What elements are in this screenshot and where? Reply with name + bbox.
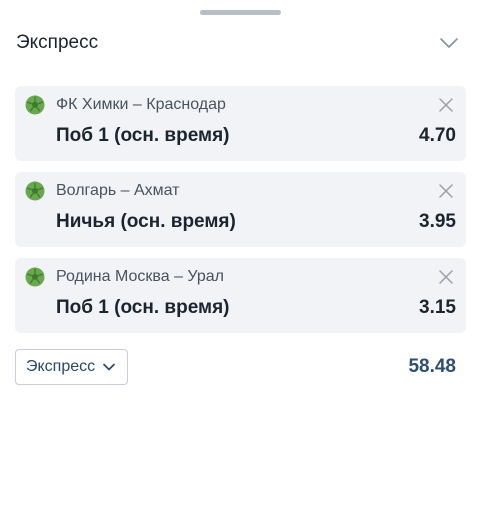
chevron-down-icon [103,363,115,371]
total-odds: 58.48 [408,356,456,377]
bet-list: ФК Химки – Краснодар Поб 1 (осн. время) … [15,86,466,344]
close-icon[interactable] [436,267,456,287]
match-name: ФК Химки – Краснодар [56,96,226,113]
bet-item: Волгарь – Ахмат Ничья (осн. время) 3.95 [15,172,466,247]
drag-handle[interactable] [200,10,281,15]
match-name: Родина Москва – Урал [56,268,224,285]
coupon-footer: Экспресс 58.48 [15,348,456,386]
football-icon [25,95,45,115]
football-icon [25,181,45,201]
football-icon [25,267,45,287]
match-name: Волгарь – Ахмат [56,182,180,199]
bet-item: Родина Москва – Урал Поб 1 (осн. время) … [15,258,466,333]
coupon-header: Экспресс [16,28,464,58]
bet-type-select[interactable]: Экспресс [15,349,129,385]
close-icon[interactable] [436,181,456,201]
bet-item: ФК Химки – Краснодар Поб 1 (осн. время) … [15,86,466,161]
coupon-title: Экспресс [16,32,99,53]
bet-odds: 3.15 [419,297,456,318]
bet-odds: 4.70 [419,125,456,146]
bet-market: Поб 1 (осн. время) [56,297,230,318]
close-icon[interactable] [436,95,456,115]
chevron-down-icon[interactable] [434,28,464,58]
bet-market: Поб 1 (осн. время) [56,125,230,146]
bet-type-label: Экспресс [26,358,96,375]
bet-market: Ничья (осн. время) [56,211,236,232]
bet-odds: 3.95 [419,211,456,232]
